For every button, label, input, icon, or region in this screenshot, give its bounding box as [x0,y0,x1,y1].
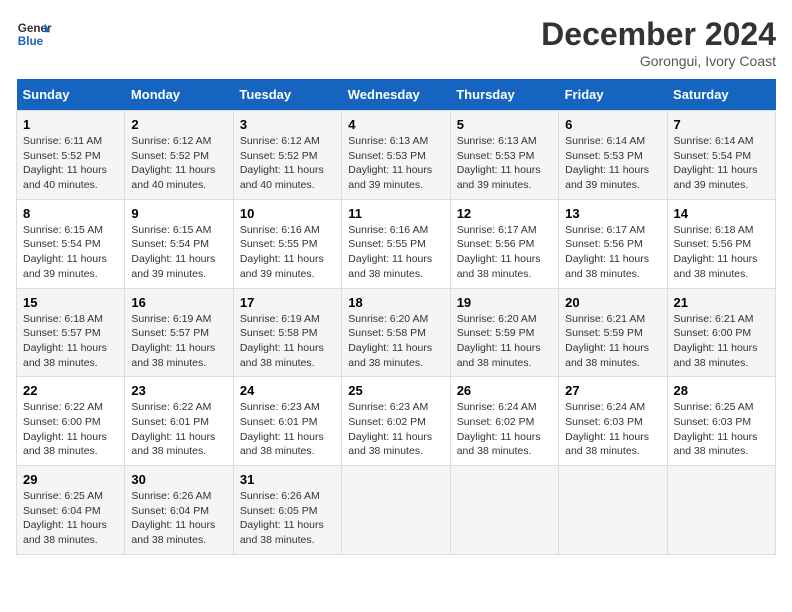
calendar-week-0: 1Sunrise: 6:11 AMSunset: 5:52 PMDaylight… [17,111,776,200]
day-header-friday: Friday [559,79,667,111]
page-subtitle: Gorongui, Ivory Coast [541,53,776,69]
calendar-week-2: 15Sunrise: 6:18 AMSunset: 5:57 PMDayligh… [17,288,776,377]
calendar-day-29: 29Sunrise: 6:25 AMSunset: 6:04 PMDayligh… [17,466,125,555]
calendar-day-13: 13Sunrise: 6:17 AMSunset: 5:56 PMDayligh… [559,199,667,288]
calendar-day-14: 14Sunrise: 6:18 AMSunset: 5:56 PMDayligh… [667,199,775,288]
calendar-day-18: 18Sunrise: 6:20 AMSunset: 5:58 PMDayligh… [342,288,450,377]
calendar-day-1: 1Sunrise: 6:11 AMSunset: 5:52 PMDaylight… [17,111,125,200]
page-header: General Blue December 2024 Gorongui, Ivo… [16,16,776,69]
calendar-day-15: 15Sunrise: 6:18 AMSunset: 5:57 PMDayligh… [17,288,125,377]
calendar-day-20: 20Sunrise: 6:21 AMSunset: 5:59 PMDayligh… [559,288,667,377]
calendar-day-11: 11Sunrise: 6:16 AMSunset: 5:55 PMDayligh… [342,199,450,288]
calendar-day-30: 30Sunrise: 6:26 AMSunset: 6:04 PMDayligh… [125,466,233,555]
calendar-day-12: 12Sunrise: 6:17 AMSunset: 5:56 PMDayligh… [450,199,558,288]
logo-icon: General Blue [16,16,52,52]
calendar-day-3: 3Sunrise: 6:12 AMSunset: 5:52 PMDaylight… [233,111,341,200]
calendar-day-10: 10Sunrise: 6:16 AMSunset: 5:55 PMDayligh… [233,199,341,288]
calendar-day-19: 19Sunrise: 6:20 AMSunset: 5:59 PMDayligh… [450,288,558,377]
day-header-wednesday: Wednesday [342,79,450,111]
calendar-empty-cell [342,466,450,555]
title-block: December 2024 Gorongui, Ivory Coast [541,16,776,69]
day-header-monday: Monday [125,79,233,111]
calendar-day-31: 31Sunrise: 6:26 AMSunset: 6:05 PMDayligh… [233,466,341,555]
calendar-day-5: 5Sunrise: 6:13 AMSunset: 5:53 PMDaylight… [450,111,558,200]
calendar-day-6: 6Sunrise: 6:14 AMSunset: 5:53 PMDaylight… [559,111,667,200]
calendar-day-16: 16Sunrise: 6:19 AMSunset: 5:57 PMDayligh… [125,288,233,377]
calendar-header-row: SundayMondayTuesdayWednesdayThursdayFrid… [17,79,776,111]
calendar-day-28: 28Sunrise: 6:25 AMSunset: 6:03 PMDayligh… [667,377,775,466]
logo: General Blue [16,16,52,52]
calendar-week-4: 29Sunrise: 6:25 AMSunset: 6:04 PMDayligh… [17,466,776,555]
day-header-thursday: Thursday [450,79,558,111]
calendar-empty-cell [559,466,667,555]
calendar-empty-cell [450,466,558,555]
calendar-day-23: 23Sunrise: 6:22 AMSunset: 6:01 PMDayligh… [125,377,233,466]
calendar-table: SundayMondayTuesdayWednesdayThursdayFrid… [16,79,776,555]
calendar-day-26: 26Sunrise: 6:24 AMSunset: 6:02 PMDayligh… [450,377,558,466]
calendar-day-7: 7Sunrise: 6:14 AMSunset: 5:54 PMDaylight… [667,111,775,200]
calendar-day-21: 21Sunrise: 6:21 AMSunset: 6:00 PMDayligh… [667,288,775,377]
calendar-day-17: 17Sunrise: 6:19 AMSunset: 5:58 PMDayligh… [233,288,341,377]
day-header-saturday: Saturday [667,79,775,111]
calendar-day-27: 27Sunrise: 6:24 AMSunset: 6:03 PMDayligh… [559,377,667,466]
day-header-sunday: Sunday [17,79,125,111]
day-header-tuesday: Tuesday [233,79,341,111]
calendar-day-4: 4Sunrise: 6:13 AMSunset: 5:53 PMDaylight… [342,111,450,200]
calendar-day-22: 22Sunrise: 6:22 AMSunset: 6:00 PMDayligh… [17,377,125,466]
calendar-day-9: 9Sunrise: 6:15 AMSunset: 5:54 PMDaylight… [125,199,233,288]
calendar-day-25: 25Sunrise: 6:23 AMSunset: 6:02 PMDayligh… [342,377,450,466]
calendar-empty-cell [667,466,775,555]
calendar-day-24: 24Sunrise: 6:23 AMSunset: 6:01 PMDayligh… [233,377,341,466]
svg-text:Blue: Blue [18,35,44,48]
calendar-day-2: 2Sunrise: 6:12 AMSunset: 5:52 PMDaylight… [125,111,233,200]
calendar-week-3: 22Sunrise: 6:22 AMSunset: 6:00 PMDayligh… [17,377,776,466]
calendar-week-1: 8Sunrise: 6:15 AMSunset: 5:54 PMDaylight… [17,199,776,288]
calendar-day-8: 8Sunrise: 6:15 AMSunset: 5:54 PMDaylight… [17,199,125,288]
page-title: December 2024 [541,16,776,53]
